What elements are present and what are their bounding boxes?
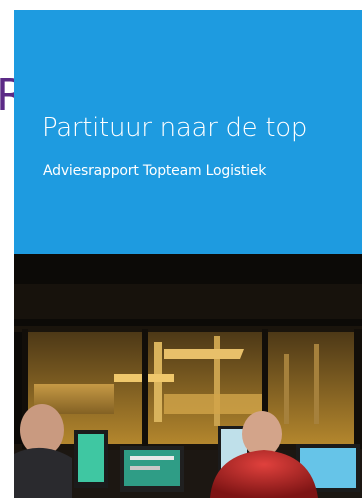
cover-subtitle: Adviesrapport Topteam Logistiek bbox=[43, 163, 267, 179]
cover-title: Partituur naar de top bbox=[42, 113, 308, 143]
control-room-photo-icon bbox=[14, 254, 362, 498]
cover-title-panel: Partituur naar de top Adviesrapport Topt… bbox=[14, 10, 362, 254]
cover-photo bbox=[14, 254, 362, 498]
